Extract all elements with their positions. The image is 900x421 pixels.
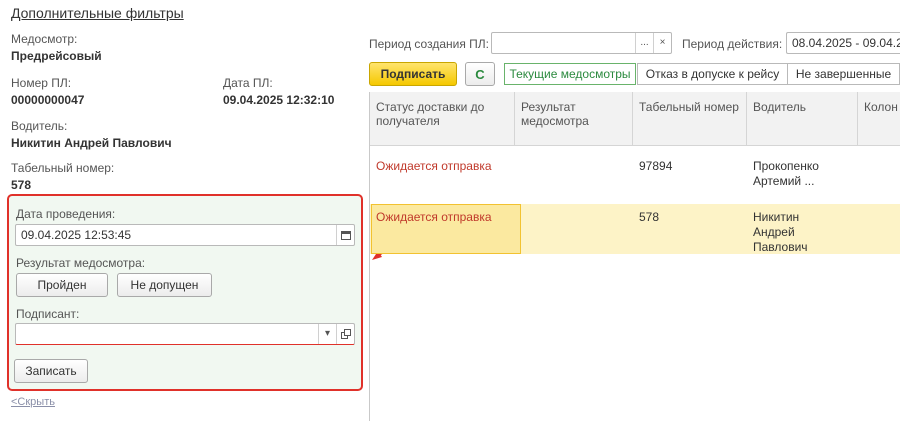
chevron-down-icon[interactable]: ▾	[318, 324, 336, 344]
exam-date-label: Дата проведения:	[16, 207, 116, 221]
additional-filters-link[interactable]: Дополнительные фильтры	[11, 5, 184, 21]
signer-label: Подписант:	[16, 307, 80, 321]
row2-tab-number: 578	[639, 210, 660, 224]
not-admitted-button[interactable]: Не допущен	[117, 273, 212, 297]
col-header-status[interactable]: Статус доставки до получателя	[370, 92, 515, 146]
period-created-input[interactable]: ... ×	[491, 32, 672, 54]
tab-current-exams[interactable]: Текущие медосмотры	[504, 63, 636, 85]
driver-value: Никитин Андрей Павлович	[11, 136, 172, 150]
period-action-input[interactable]: 08.04.2025 - 09.04.20	[786, 32, 900, 54]
period-select-button[interactable]: ...	[635, 33, 653, 53]
row2-status: Ожидается отправка	[376, 210, 492, 224]
medical-exam-form-panel: Дата проведения: 09.04.2025 12:53:45 Рез…	[7, 194, 363, 391]
sign-button[interactable]: Подписать	[369, 62, 457, 86]
tab-trip-refusal[interactable]: Отказ в допуске к рейсу	[637, 63, 787, 85]
period-created-label: Период создания ПЛ:	[369, 37, 490, 51]
calendar-icon[interactable]	[336, 225, 354, 245]
row1-driver: Прокопенко Артемий ...	[753, 159, 819, 188]
signer-input[interactable]: ▾	[15, 323, 355, 345]
waybill-date-label: Дата ПЛ:	[223, 76, 273, 90]
waybill-number-value: 00000000047	[11, 93, 85, 107]
period-action-value: 08.04.2025 - 09.04.20	[792, 36, 900, 50]
hide-link[interactable]: <Скрыть	[11, 396, 55, 408]
exam-result-label: Результат медосмотра:	[16, 256, 146, 270]
waybill-date-value: 09.04.2025 12:32:10	[223, 93, 335, 107]
col-header-driver[interactable]: Водитель	[747, 92, 858, 146]
waybill-number-label: Номер ПЛ:	[11, 76, 72, 90]
row2-driver: Никитин Андрей Павлович	[753, 210, 808, 254]
tab-number-label: Табельный номер:	[11, 161, 115, 175]
col-header-result[interactable]: Результат медосмотра	[515, 92, 633, 146]
medosmotr-label: Медосмотр:	[11, 32, 78, 46]
col-header-tab-number[interactable]: Табельный номер	[633, 92, 747, 146]
exams-table: Статус доставки до получателя Результат …	[369, 92, 900, 421]
refresh-icon[interactable]: C	[465, 62, 495, 86]
passed-button[interactable]: Пройден	[16, 273, 108, 297]
col-header-column[interactable]: Колон	[858, 92, 900, 146]
period-clear-button[interactable]: ×	[653, 33, 671, 53]
tab-number-value: 578	[11, 178, 32, 192]
exam-date-value: 09.04.2025 12:53:45	[21, 228, 132, 242]
row1-tab-number: 97894	[639, 159, 673, 173]
exam-date-input[interactable]: 09.04.2025 12:53:45	[15, 224, 355, 246]
tab-not-completed[interactable]: Не завершенные	[787, 63, 900, 85]
open-icon[interactable]	[336, 324, 354, 344]
medosmotr-value: Предрейсовый	[11, 49, 102, 63]
period-action-label: Период действия:	[682, 37, 783, 51]
save-button[interactable]: Записать	[14, 359, 88, 383]
row1-status: Ожидается отправка	[376, 159, 492, 173]
driver-label: Водитель:	[11, 119, 68, 133]
